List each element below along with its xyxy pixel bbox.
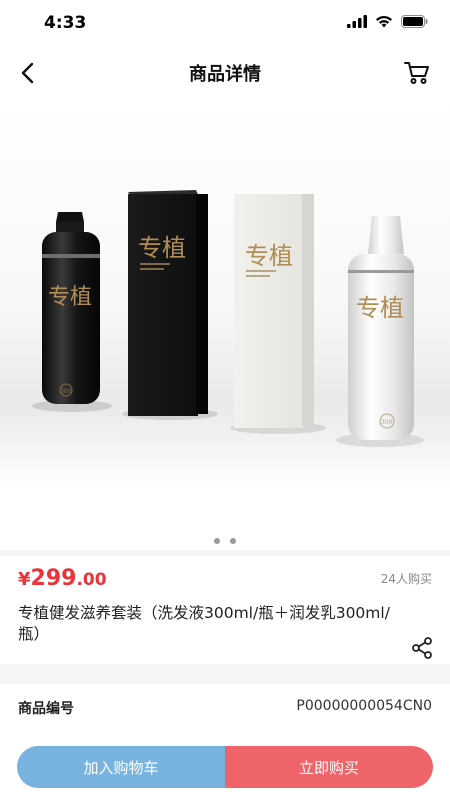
signal-icon	[347, 15, 367, 28]
cart-button[interactable]	[402, 58, 432, 88]
bottle-brand-mark: 专植	[48, 285, 92, 310]
add-to-cart-button[interactable]: 加入购物车	[17, 746, 225, 788]
battery-icon	[401, 15, 428, 28]
gallery-dot[interactable]	[214, 538, 220, 544]
wifi-icon	[376, 15, 392, 28]
bottle-brand-mark-2: 专植	[356, 294, 404, 322]
page-title: 商品详情	[189, 64, 261, 85]
buy-now-button[interactable]: 立即购买	[225, 746, 433, 788]
product-summary: ¥299.00 24人购买 专植健发滋养套装（洗发液300ml/瓶＋润发乳300…	[0, 556, 450, 664]
cart-icon	[404, 62, 429, 84]
gallery-dot[interactable]	[230, 538, 236, 544]
sold-count: 24人购买	[380, 572, 432, 586]
bottom-action-bar: 加入购物车 立即购买	[0, 730, 450, 800]
product-gallery[interactable]: 专植 专植 专植 300 专植 300	[0, 98, 450, 550]
gallery-pagination	[0, 538, 450, 544]
box-brand-mark-2: 专植	[245, 242, 293, 270]
price-integer: 299	[30, 566, 77, 591]
box-brand-mark: 专植	[138, 234, 186, 262]
share-icon[interactable]	[410, 636, 434, 660]
bottle-size-label: 300	[60, 388, 72, 395]
product-image: 专植 专植 专植 300 专植 300	[0, 98, 450, 490]
product-code-label: 商品编号	[18, 701, 74, 717]
product-code-row: 商品编号 P00000000054CN0	[0, 684, 450, 730]
nav-bar: 商品详情	[0, 46, 450, 98]
status-bar: 4:33	[0, 0, 450, 46]
price: ¥299.00	[18, 566, 107, 591]
product-title: 专植健发滋养套装（洗发液300ml/瓶＋润发乳300ml/瓶）	[18, 604, 390, 643]
price-decimal: .00	[76, 570, 107, 590]
bottle-size-label-2: 300	[381, 419, 393, 426]
status-icons	[347, 15, 428, 28]
product-code-value: P00000000054CN0	[296, 698, 432, 714]
price-currency: ¥	[18, 569, 31, 590]
status-time: 4:33	[44, 13, 87, 33]
